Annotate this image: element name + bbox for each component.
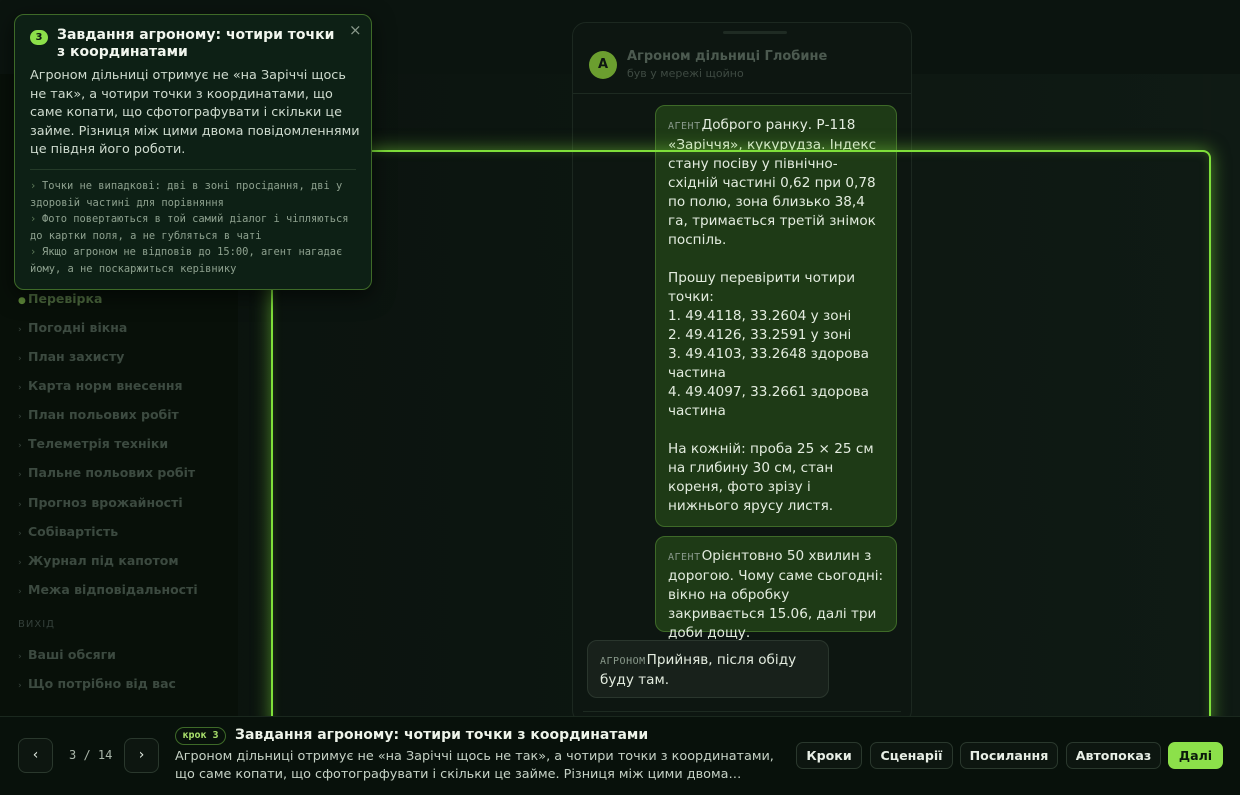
sidebar-item-label: Пальне польових робіт	[28, 465, 196, 480]
chevron-right-icon: ›	[18, 558, 22, 568]
sidebar-item-label: Собівартість	[28, 524, 119, 539]
tour-control-bar: ‹ 3 / 14 › крок 3 Завдання агроному: чот…	[0, 716, 1240, 795]
sidebar-item-perevirka[interactable]: ● Перевіркa	[18, 291, 102, 306]
tooltip-point: › Якщо агроном не відповів до 15:00, аген…	[30, 246, 343, 275]
step-counter: 3 / 14	[69, 748, 113, 762]
sidebar-item-responsibility[interactable]: › Межа відповідальності	[18, 582, 198, 597]
sidebar-item-yield-forecast[interactable]: › Прогноз врожайності	[18, 495, 183, 510]
chevron-right-icon: ›	[18, 325, 22, 335]
close-icon[interactable]: ×	[349, 21, 362, 39]
contact-status: був у мережі щойно	[627, 67, 744, 80]
tour-spotlight	[271, 150, 1211, 730]
prev-step-button[interactable]: ‹	[18, 738, 53, 773]
chevron-right-icon: ›	[18, 587, 22, 597]
chevron-right-icon: ›	[18, 500, 22, 510]
sidebar-item-label: Погодні вікна	[28, 320, 128, 335]
contact-name: Агроном дільниці Глобине	[627, 49, 828, 64]
chevron-right-icon: ›	[18, 412, 22, 422]
bullet-icon: ●	[18, 296, 26, 306]
step-number-badge: 3	[30, 30, 48, 45]
sidebar-item-your-volumes[interactable]: › Ваші обсяги	[18, 647, 116, 662]
chevron-left-icon: ‹	[32, 747, 39, 763]
sidebar-item-rate-map[interactable]: › Карта норм внесення	[18, 378, 183, 393]
autoplay-button[interactable]: Автопоказ	[1066, 742, 1161, 769]
chevron-right-icon: ›	[18, 441, 22, 451]
chevron-right-icon: ›	[18, 383, 22, 393]
tooltip-point: › Точки не випадкові: дві в зоні просідан…	[30, 180, 343, 209]
sidebar-item-weather-windows[interactable]: › Погодні вікна	[18, 320, 127, 335]
chevron-right-icon: ›	[18, 354, 22, 364]
sidebar-item-label: Що потрібно від вас	[28, 676, 176, 691]
chevron-right-icon: ›	[30, 180, 37, 192]
sidebar-item-what-we-need[interactable]: › Що потрібно від вас	[18, 676, 176, 691]
next-step-arrow-button[interactable]: ›	[124, 738, 159, 773]
sidebar-item-label: Перевіркa	[28, 291, 103, 306]
chevron-right-icon: ›	[138, 747, 145, 763]
sidebar-item-label: План польових робіт	[28, 407, 179, 422]
tooltip-title: Завдання агроному: чотири точки з коорди…	[57, 27, 335, 60]
sidebar-item-label: Прогноз врожайності	[28, 495, 183, 510]
links-button[interactable]: Посилання	[960, 742, 1058, 769]
chevron-right-icon: ›	[18, 529, 22, 539]
sidebar-item-label: Телеметрія техніки	[28, 436, 169, 451]
sidebar-item-label: Ваші обсяги	[28, 647, 116, 662]
steps-button[interactable]: Кроки	[796, 742, 862, 769]
chevron-right-icon: ›	[30, 213, 37, 225]
sidebar-item-telemetry[interactable]: › Телеметрія техніки	[18, 436, 168, 451]
sidebar-item-cost[interactable]: › Собівартість	[18, 524, 118, 539]
sidebar-item-fuel[interactable]: › Пальне польових робіт	[18, 465, 195, 480]
chat-header: А Агроном дільниці Глобине був у мережі …	[573, 45, 911, 94]
sidebar-item-protection-plan[interactable]: › План захисту	[18, 349, 124, 364]
chevron-right-icon: ›	[18, 652, 22, 662]
sidebar-item-label: Журнал під капотом	[28, 553, 179, 568]
next-button[interactable]: Далі	[1168, 742, 1223, 769]
tour-tooltip: 3 Завдання агроному: чотири точки з коор…	[14, 14, 372, 290]
message-tag: АГЕНТ	[668, 121, 701, 132]
chevron-right-icon: ›	[18, 681, 22, 691]
sidebar-section-label: ВИХІД	[18, 619, 55, 630]
drag-handle	[723, 31, 787, 34]
sidebar-item-label: План захисту	[28, 349, 125, 364]
sidebar-item-label: Карта норм внесення	[28, 378, 183, 393]
divider	[30, 169, 356, 170]
step-badge: крок 3	[175, 727, 226, 745]
avatar: А	[589, 51, 617, 79]
chevron-right-icon: ›	[30, 246, 37, 258]
tooltip-body: Агроном дільниці отримує не «на Заріччі …	[30, 68, 360, 158]
sidebar-item-field-work-plan[interactable]: › План польових робіт	[18, 407, 179, 422]
step-description: Агроном дільниці отримує не «на Заріччі …	[175, 749, 774, 782]
tooltip-point: › Фото повертаються в той самий діалог і …	[30, 213, 349, 242]
step-title: Завдання агроному: чотири точки з коорди…	[235, 727, 649, 743]
chevron-right-icon: ›	[18, 470, 22, 480]
sidebar-item-label: Межа відповідальності	[28, 582, 198, 597]
sidebar-item-under-the-hood[interactable]: › Журнал під капотом	[18, 553, 179, 568]
scenarios-button[interactable]: Сценарії	[870, 742, 953, 769]
